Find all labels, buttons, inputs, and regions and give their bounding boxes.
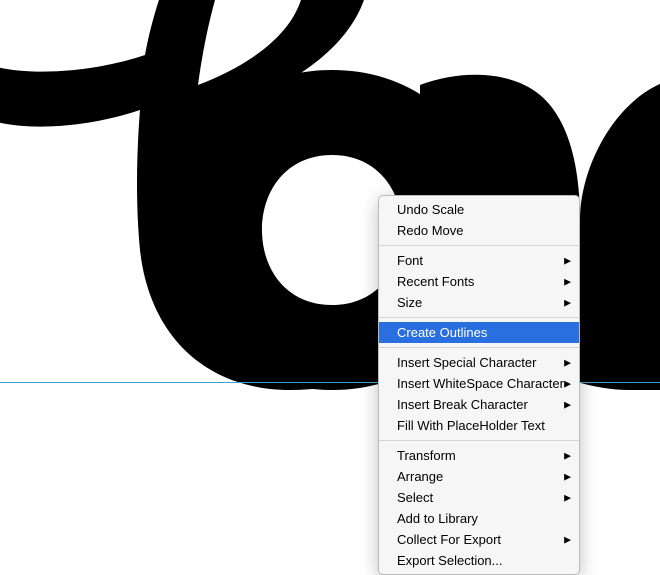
menu-item-font[interactable]: Font ▶ (379, 250, 579, 271)
menu-item-insert-whitespace-character[interactable]: Insert WhiteSpace Character▶ (379, 373, 579, 394)
menu-item-label: Insert Special Character (397, 355, 536, 370)
menu-separator (379, 440, 579, 441)
submenu-arrow-icon: ▶ (564, 447, 571, 464)
menu-item-label: Redo Move (397, 223, 463, 238)
menu-item-label: Add to Library (397, 511, 478, 526)
menu-item-label: Arrange (397, 469, 443, 484)
menu-item-insert-break-character[interactable]: Insert Break Character ▶ (379, 394, 579, 415)
submenu-arrow-icon: ▶ (564, 396, 571, 413)
menu-item-label: Fill With PlaceHolder Text (397, 418, 545, 433)
menu-item-label: Select (397, 490, 433, 505)
artboard[interactable]: Love Undo ScaleRedo MoveFont▶Recent Font… (0, 0, 660, 543)
menu-item-add-to-library[interactable]: Add to Library (379, 508, 579, 529)
submenu-arrow-icon: ▶ (564, 375, 571, 392)
menu-item-collect-for-export[interactable]: Collect For Export ▶ (379, 529, 579, 550)
menu-item-insert-special-character[interactable]: Insert Special Character ▶ (379, 352, 579, 373)
submenu-arrow-icon: ▶ (564, 354, 571, 371)
menu-item-size[interactable]: Size ▶ (379, 292, 579, 313)
menu-item-label: Font (397, 253, 423, 268)
menu-item-label: Collect For Export (397, 532, 501, 547)
menu-item-create-outlines[interactable]: Create Outlines (379, 322, 579, 343)
menu-item-label: Create Outlines (397, 325, 487, 340)
menu-item-fill-with-placeholder-text[interactable]: Fill With PlaceHolder Text (379, 415, 579, 436)
menu-item-label: Undo Scale (397, 202, 464, 217)
menu-item-label: Size (397, 295, 422, 310)
menu-item-label: Recent Fonts (397, 274, 474, 289)
menu-separator (379, 347, 579, 348)
context-menu: Undo ScaleRedo MoveFont▶Recent Fonts▶Siz… (378, 195, 580, 575)
menu-item-undo-scale[interactable]: Undo Scale (379, 199, 579, 220)
menu-item-label: Insert Break Character (397, 397, 528, 412)
menu-item-export-selection[interactable]: Export Selection... (379, 550, 579, 571)
menu-item-transform[interactable]: Transform ▶ (379, 445, 579, 466)
submenu-arrow-icon: ▶ (564, 252, 571, 269)
menu-item-recent-fonts[interactable]: Recent Fonts ▶ (379, 271, 579, 292)
menu-item-label: Transform (397, 448, 456, 463)
submenu-arrow-icon: ▶ (564, 294, 571, 311)
submenu-arrow-icon: ▶ (564, 273, 571, 290)
submenu-arrow-icon: ▶ (564, 489, 571, 506)
menu-item-label: Insert WhiteSpace Character (397, 376, 564, 391)
submenu-arrow-icon: ▶ (564, 531, 571, 548)
glyph-L (0, 0, 430, 410)
submenu-arrow-icon: ▶ (564, 468, 571, 485)
menu-separator (379, 245, 579, 246)
menu-item-label: Export Selection... (397, 553, 503, 568)
menu-item-select[interactable]: Select ▶ (379, 487, 579, 508)
menu-item-redo-move[interactable]: Redo Move (379, 220, 579, 241)
menu-separator (379, 317, 579, 318)
menu-item-arrange[interactable]: Arrange ▶ (379, 466, 579, 487)
